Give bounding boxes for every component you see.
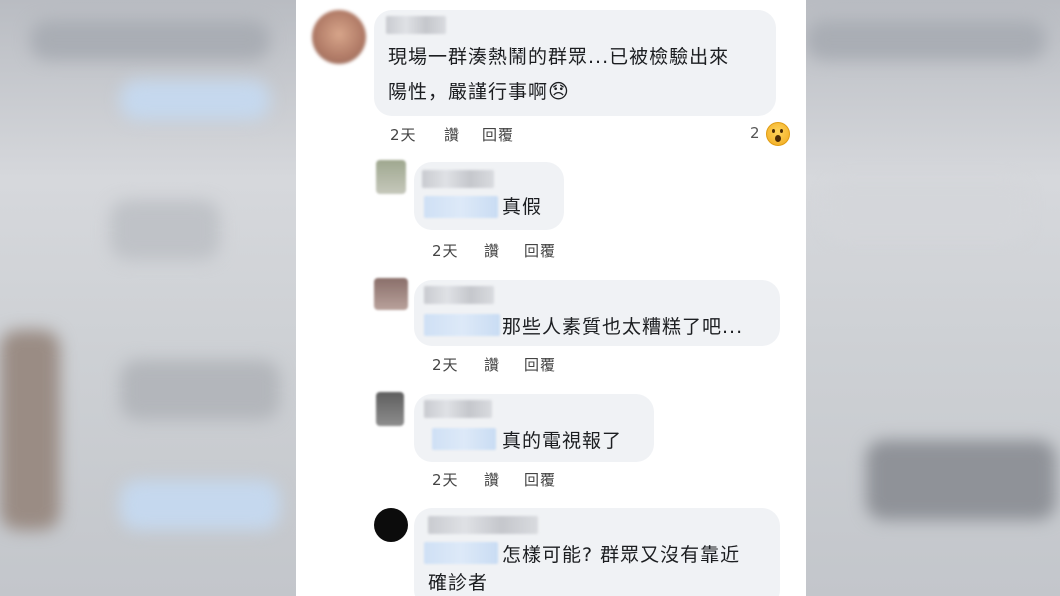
blur-shape xyxy=(806,20,1046,60)
comment-text: 陽性，嚴謹行事啊😞 xyxy=(388,76,570,107)
author-name-blurred[interactable] xyxy=(424,286,494,304)
blur-shape xyxy=(30,20,270,60)
avatar[interactable] xyxy=(376,160,406,194)
comment-text: 真假 xyxy=(502,196,543,218)
comment-text: 怎樣可能? 群眾又沒有靠近 xyxy=(502,544,741,566)
wow-reaction-icon[interactable] xyxy=(766,122,790,146)
reply-button[interactable]: 回覆 xyxy=(524,469,556,490)
author-name-blurred[interactable] xyxy=(424,400,492,418)
comment-bubble: 現場一群湊熱鬧的群眾...已被檢驗出來 陽性，嚴謹行事啊😞 xyxy=(374,10,776,116)
author-name-blurred[interactable] xyxy=(386,16,446,34)
like-button[interactable]: 讚 xyxy=(484,354,500,375)
comment-text-line: 陽性，嚴謹行事啊 xyxy=(388,81,549,103)
blur-shape xyxy=(0,330,60,530)
like-button[interactable]: 讚 xyxy=(444,124,460,145)
blur-shape xyxy=(110,200,220,260)
like-button[interactable]: 讚 xyxy=(484,240,500,261)
reply-button[interactable]: 回覆 xyxy=(524,240,556,261)
blurred-background-left xyxy=(0,0,296,596)
disappointed-emoji-icon: 😞 xyxy=(548,79,570,103)
mention-tag-blurred[interactable] xyxy=(424,196,498,218)
avatar[interactable] xyxy=(374,508,408,542)
comment-bubble: 真的電視報了 xyxy=(414,394,654,462)
timestamp[interactable]: 2天 xyxy=(432,354,459,375)
author-name-blurred[interactable] xyxy=(422,170,494,188)
blur-shape xyxy=(120,360,280,420)
timestamp[interactable]: 2天 xyxy=(432,469,459,490)
comment-bubble: 真假 xyxy=(414,162,564,230)
comment-bubble: 那些人素質也太糟糕了吧... xyxy=(414,280,780,346)
mention-tag-blurred[interactable] xyxy=(432,428,496,450)
comment-bubble: 怎樣可能? 群眾又沒有靠近 確診者 xyxy=(414,508,780,596)
comment-thread: 現場一群湊熱鬧的群眾...已被檢驗出來 陽性，嚴謹行事啊😞 2天 讚 回覆 2 … xyxy=(296,0,806,596)
author-name-blurred[interactable] xyxy=(428,516,538,534)
reply-button[interactable]: 回覆 xyxy=(482,124,514,145)
avatar[interactable] xyxy=(374,278,408,310)
blurred-background-right xyxy=(806,0,1060,596)
blur-shape xyxy=(120,480,280,530)
blur-shape xyxy=(120,80,270,120)
avatar[interactable] xyxy=(376,392,404,426)
blur-shape xyxy=(866,440,1056,520)
comment-text: 現場一群湊熱鬧的群眾...已被檢驗出來 xyxy=(388,46,730,68)
comment-text: 真的電視報了 xyxy=(502,430,623,452)
timestamp[interactable]: 2天 xyxy=(432,240,459,261)
comment-text: 那些人素質也太糟糕了吧... xyxy=(502,316,744,338)
timestamp[interactable]: 2天 xyxy=(390,124,417,145)
mention-tag-blurred[interactable] xyxy=(424,542,498,564)
like-button[interactable]: 讚 xyxy=(484,469,500,490)
avatar[interactable] xyxy=(312,10,366,64)
blur-shape xyxy=(826,180,1026,240)
mention-tag-blurred[interactable] xyxy=(424,314,500,336)
reaction-count[interactable]: 2 xyxy=(750,124,760,142)
reply-button[interactable]: 回覆 xyxy=(524,354,556,375)
comment-text: 確診者 xyxy=(428,572,489,594)
